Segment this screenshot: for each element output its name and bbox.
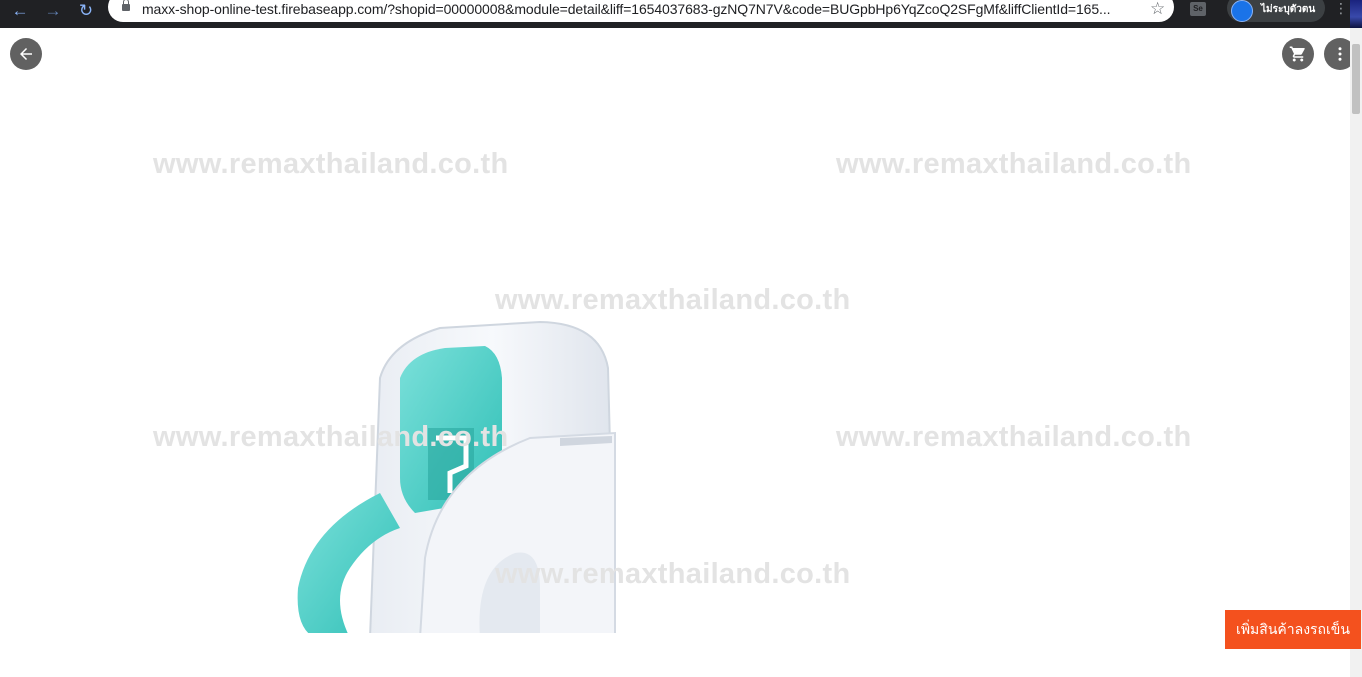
url-text[interactable]: maxx-shop-online-test.firebaseapp.com/?s… (142, 1, 1132, 17)
profile-label: ไม่ระบุตัวตน (1261, 4, 1316, 15)
browser-menu-icon[interactable]: ⋮ (1334, 1, 1348, 15)
incognito-avatar-icon (1231, 0, 1253, 22)
watermark-text: www.remaxthailand.co.th (836, 421, 1192, 453)
bookmark-star-icon[interactable]: ☆ (1150, 0, 1165, 19)
incognito-profile-chip[interactable]: ไม่ระบุตัวตน (1227, 0, 1325, 22)
cart-button[interactable] (1282, 38, 1314, 70)
browser-toolbar: ← → ↻ maxx-shop-online-test.firebaseapp.… (0, 0, 1362, 28)
watermark-text: www.remaxthailand.co.th (836, 148, 1192, 180)
browser-reload-icon[interactable]: ↻ (74, 0, 98, 20)
scrollbar-thumb[interactable] (1352, 44, 1360, 114)
extension-icon[interactable]: Se (1190, 2, 1206, 16)
more-options-button[interactable] (1324, 38, 1350, 70)
browser-forward-icon[interactable]: → (41, 0, 65, 20)
more-vert-icon (1338, 47, 1342, 61)
browser-back-icon[interactable]: ← (8, 0, 32, 20)
arrow-left-icon (20, 48, 32, 60)
shopping-cart-icon (1289, 46, 1305, 62)
back-button[interactable] (10, 38, 42, 70)
address-bar[interactable]: maxx-shop-online-test.firebaseapp.com/?s… (108, 0, 1174, 22)
watermark-text: www.remaxthailand.co.th (495, 284, 851, 316)
bottom-action-bar (0, 633, 1350, 677)
page-scrollbar[interactable] (1350, 28, 1362, 677)
product-detail-page: www.remaxthailand.co.th www.remaxthailan… (0, 28, 1350, 677)
watermark-text: www.remaxthailand.co.th (153, 421, 509, 453)
watermark-text: www.remaxthailand.co.th (495, 558, 851, 590)
window-edge-decoration (1350, 0, 1362, 28)
watermark-text: www.remaxthailand.co.th (153, 148, 509, 180)
lock-icon (122, 0, 130, 11)
add-to-cart-button[interactable]: เพิ่มสินค้าลงรถเข็น (1225, 610, 1361, 649)
